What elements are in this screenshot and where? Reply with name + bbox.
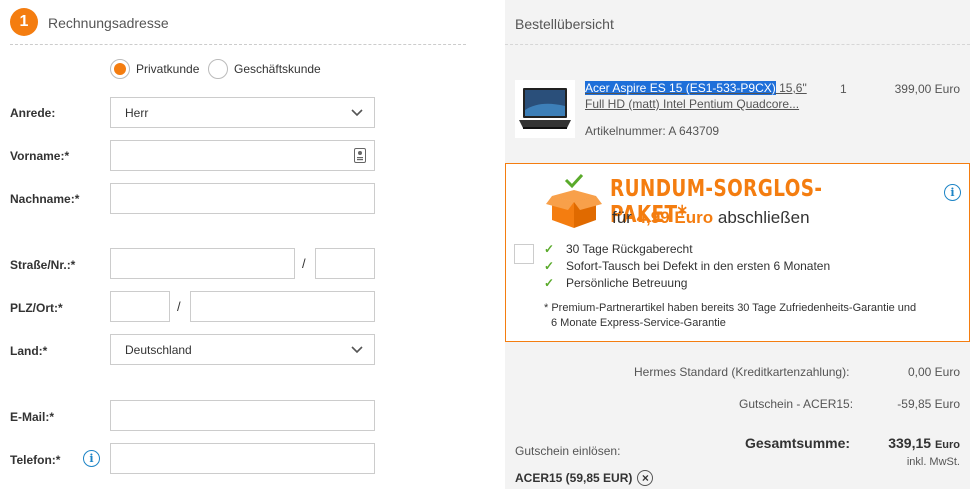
step-number-badge: 1 (10, 8, 38, 36)
radio-privatkunde[interactable]: Privatkunde (110, 59, 199, 79)
info-icon[interactable]: i (944, 184, 961, 201)
salutation-label: Anrede: (10, 106, 56, 120)
promo-sub-prefix: für (612, 208, 632, 227)
applied-coupon: ACER15 (59,85 EUR) × (515, 470, 654, 486)
email-label: E-Mail:* (10, 410, 55, 424)
promo-sub-suffix: abschließen (717, 208, 810, 227)
zip-input[interactable] (110, 291, 170, 322)
first-name-label: Vorname:* (10, 149, 70, 163)
street-separator: / (302, 256, 306, 271)
country-label: Land:* (10, 344, 48, 358)
promo-benefits-list: ✓ 30 Tage Rückgaberecht ✓ Sofort-Tausch be… (544, 240, 830, 291)
radio-geschaeftskunde[interactable]: Geschäftskunde (208, 59, 321, 79)
divider (10, 44, 466, 45)
remove-coupon-icon[interactable]: × (637, 470, 654, 486)
chevron-down-icon (351, 109, 363, 117)
street-label: Straße/Nr.:* (10, 258, 76, 272)
info-icon[interactable]: i (83, 450, 100, 467)
radio-label-privatkunde: Privatkunde (136, 62, 200, 76)
checkmark-icon: ✓ (544, 275, 555, 290)
vat-note: inkl. MwSt. (906, 456, 960, 468)
promo-opt-in-checkbox[interactable] (514, 244, 534, 264)
last-name-input[interactable] (110, 183, 375, 214)
insurance-promo-box: RUNDUM-SORGLOS-PAKET* für 4,99 Euro absc… (505, 163, 970, 342)
radio-label-geschaeftskunde: Geschäftskunde (234, 62, 321, 76)
divider (505, 44, 970, 45)
promo-footnote: * Premium-Partnerartikel haben bereits 3… (544, 302, 917, 329)
email-input[interactable] (110, 400, 375, 431)
promo-subtitle: für 4,99 Euro abschließen (612, 208, 810, 228)
list-item: ✓ Persönliche Betreuung (544, 275, 688, 290)
country-select[interactable]: Deutschland (110, 334, 375, 365)
zip-separator: / (177, 299, 181, 314)
laptop-product-image[interactable] (515, 80, 575, 138)
shipping-value: 0,00 Euro (907, 365, 960, 379)
city-input[interactable] (190, 291, 375, 322)
phone-input[interactable] (110, 443, 375, 474)
total-label: Gesamtsumme: (745, 435, 851, 451)
checkmark-icon: ✓ (544, 258, 555, 273)
product-name-highlight: Acer Aspire ES 15 (ES1-533-P9CX) (585, 81, 776, 95)
shipping-label: Hermes Standard (Kreditkartenzahlung): (634, 365, 850, 379)
billing-title: Rechnungsadresse (48, 15, 169, 31)
box-icon (546, 174, 602, 228)
article-number: Artikelnummer: A 643709 (585, 124, 720, 138)
zip-city-label: PLZ/Ort:* (10, 301, 63, 315)
coupon-label: Gutschein einlösen: (515, 444, 621, 458)
order-summary-title: Bestellübersicht (515, 16, 614, 32)
voucher-label: Gutschein - ACER15: (739, 397, 854, 411)
radio-checked-icon[interactable] (110, 59, 130, 79)
contact-card-icon (354, 148, 366, 163)
order-summary-panel: Bestellübersicht Acer Aspire ES 15 (ES1-… (505, 0, 970, 489)
product-name-link[interactable]: Acer Aspire ES 15 (ES1-533-P9CX) 15,6" F… (585, 80, 820, 112)
salutation-value: Herr (125, 105, 149, 120)
house-number-input[interactable] (315, 248, 375, 279)
promo-price: 4,99 Euro (636, 208, 714, 227)
phone-label: Telefon:* (10, 453, 61, 467)
billing-address-panel: 1 Rechnungsadresse Privatkunde Geschäfts… (0, 0, 466, 489)
country-value: Deutschland (125, 342, 192, 357)
product-quantity: 1 (840, 82, 847, 96)
product-price: 399,00 Euro (894, 82, 960, 96)
voucher-value: -59,85 Euro (897, 397, 960, 411)
checkmark-icon: ✓ (544, 241, 555, 256)
salutation-select[interactable]: Herr (110, 97, 375, 128)
chevron-down-icon (351, 346, 363, 354)
total-value: 339,15 Euro (888, 435, 960, 451)
list-item: ✓ Sofort-Tausch bei Defekt in den ersten … (544, 258, 831, 273)
last-name-label: Nachname:* (10, 192, 80, 206)
radio-unchecked-icon[interactable] (208, 59, 228, 79)
first-name-input[interactable] (110, 140, 375, 171)
list-item: ✓ 30 Tage Rückgaberecht (544, 241, 693, 256)
street-input[interactable] (110, 248, 295, 279)
